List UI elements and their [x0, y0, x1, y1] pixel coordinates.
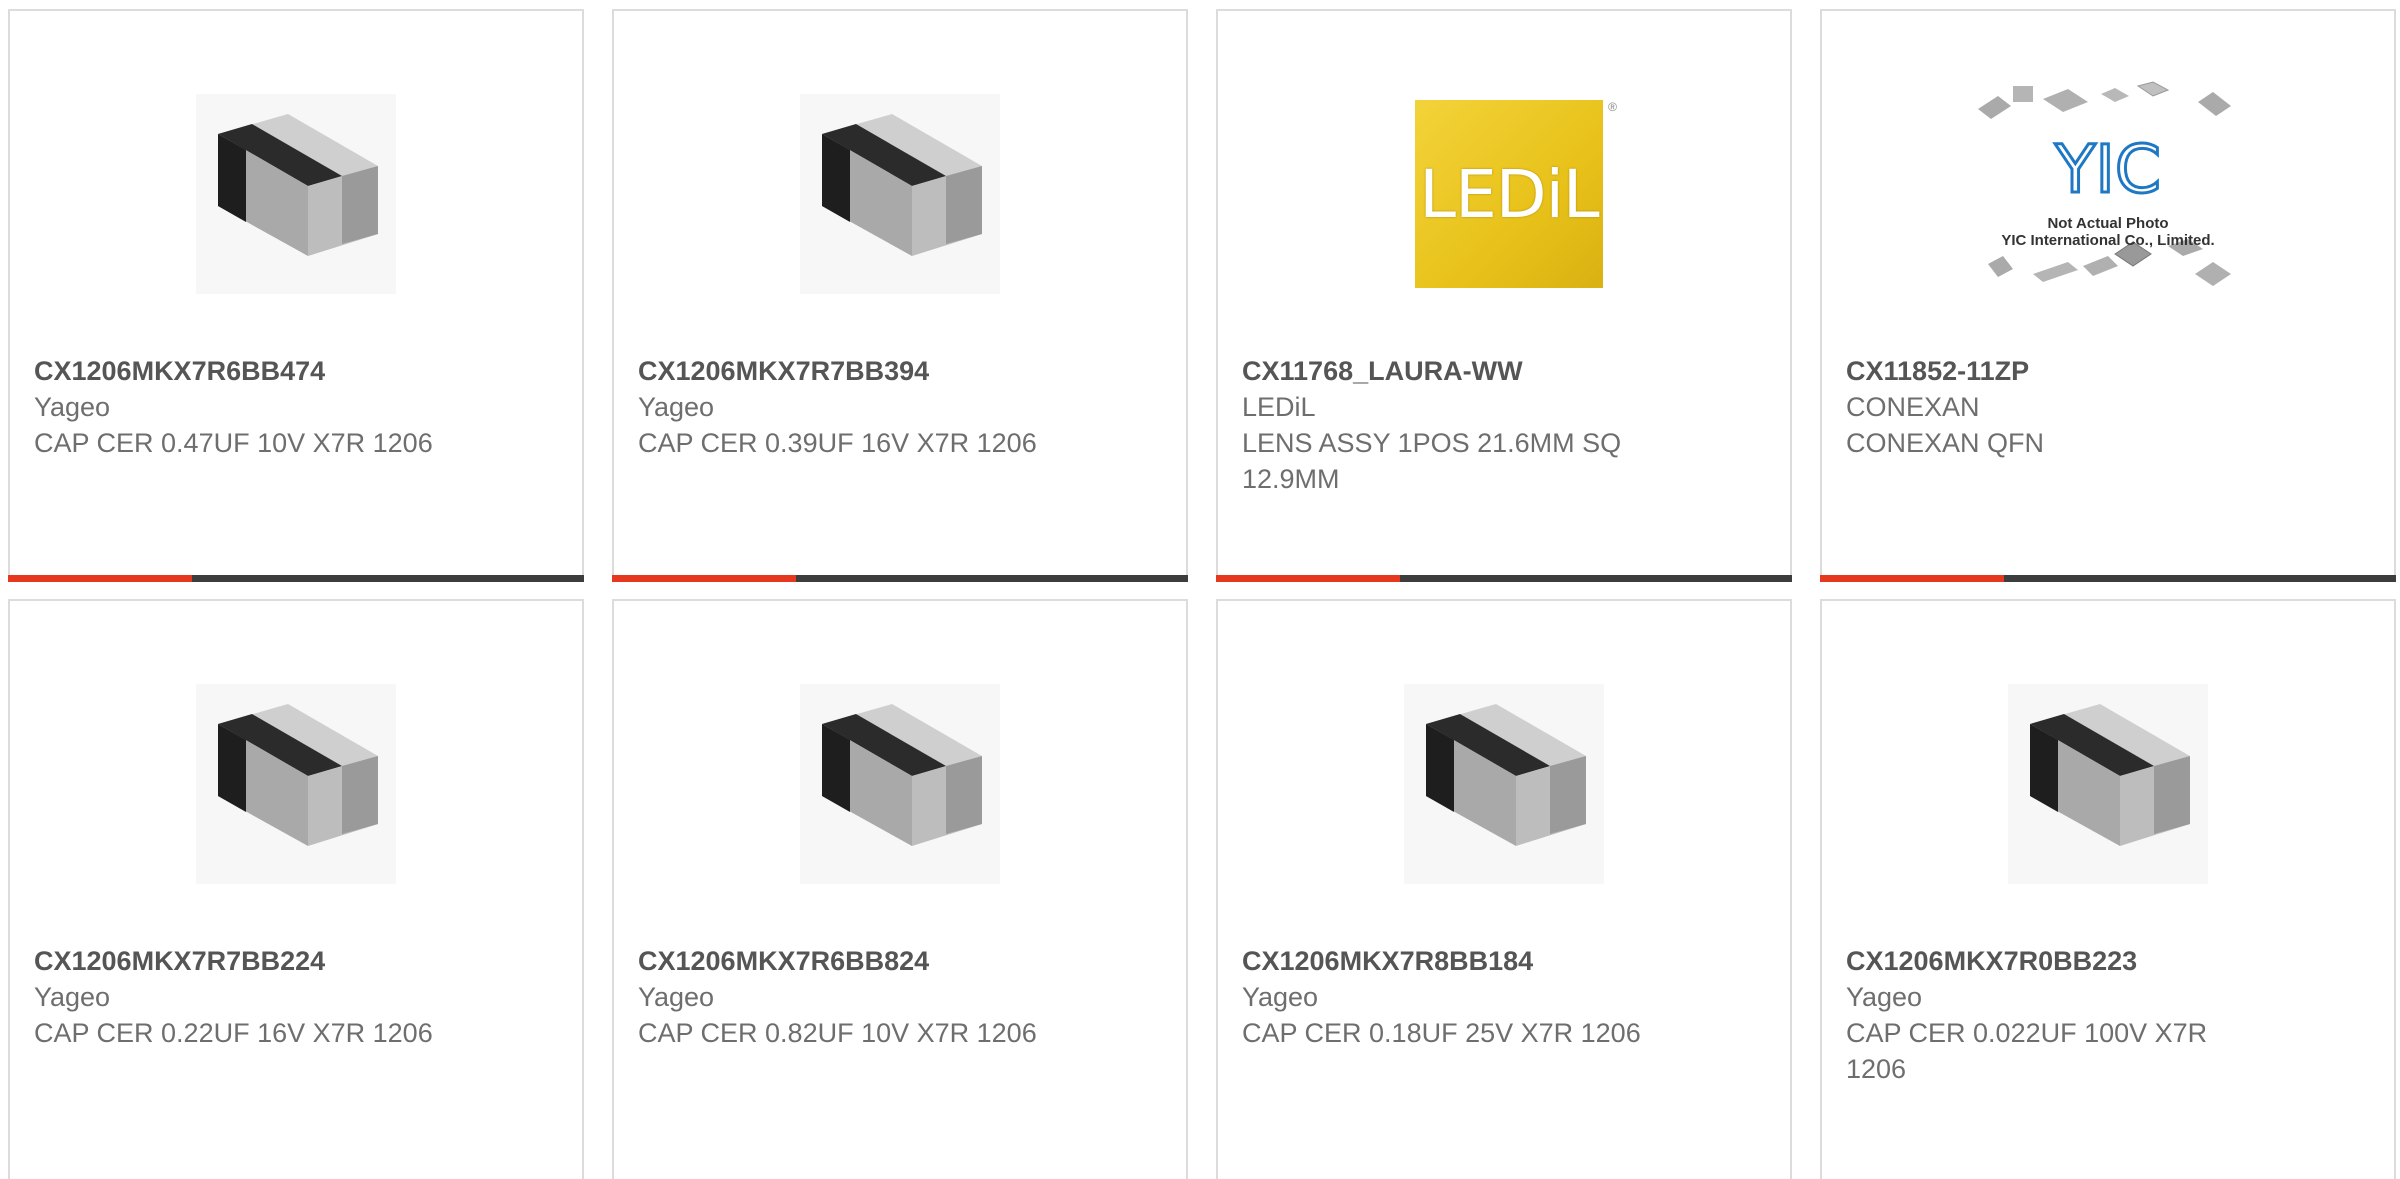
description: CAP CER 0.22UF 16V X7R 1206: [34, 1018, 433, 1048]
description: CAP CER 0.022UF 100V X7R 1206: [1846, 1018, 2208, 1084]
manufacturer: Yageo: [1242, 982, 1319, 1012]
capacitor-chip-icon: [196, 94, 396, 294]
part-number[interactable]: CX1206MKX7R6BB474: [34, 353, 558, 389]
manufacturer: Yageo: [34, 982, 111, 1012]
description: CAP CER 0.82UF 10V X7R 1206: [638, 1018, 1037, 1048]
ic-packages-icon: YIC: [1978, 81, 2231, 286]
description: CAP CER 0.18UF 25V X7R 1206: [1242, 1018, 1641, 1048]
product-card[interactable]: CX1206MKX7R7BB224 Yageo CAP CER 0.22UF 1…: [8, 599, 584, 1179]
part-number[interactable]: CX11768_LAURA-WW: [1242, 353, 1766, 389]
capacitor-chip-icon: [800, 94, 1000, 294]
card-accent-bar: [1820, 575, 2396, 582]
product-card[interactable]: YIC Not Actual Photo YIC International C…: [1820, 9, 2396, 582]
svg-text:YIC: YIC: [2054, 131, 2161, 208]
manufacturer: Yageo: [638, 982, 715, 1012]
product-image[interactable]: YIC Not Actual Photo YIC International C…: [1822, 81, 2394, 303]
part-number[interactable]: CX1206MKX7R7BB394: [638, 353, 1162, 389]
product-image[interactable]: LEDiL ®: [1218, 85, 1790, 303]
image-caption: Not Actual Photo YIC International Co., …: [2001, 215, 2215, 249]
product-image[interactable]: [1822, 675, 2394, 893]
ledil-logo: LEDiL ®: [1415, 100, 1617, 288]
product-image[interactable]: [614, 675, 1186, 893]
product-card[interactable]: CX1206MKX7R6BB474 Yageo CAP CER 0.47UF 1…: [8, 9, 584, 582]
part-number[interactable]: CX1206MKX7R6BB824: [638, 943, 1162, 979]
product-card[interactable]: LEDiL ® CX11768_LAURA-WW LEDiL LENS ASSY…: [1216, 9, 1792, 582]
part-number[interactable]: CX1206MKX7R0BB223: [1846, 943, 2370, 979]
product-grid: CX1206MKX7R6BB474 Yageo CAP CER 0.47UF 1…: [0, 0, 2400, 1179]
product-image[interactable]: [1218, 675, 1790, 893]
product-card[interactable]: CX1206MKX7R6BB824 Yageo CAP CER 0.82UF 1…: [612, 599, 1188, 1179]
part-number[interactable]: CX1206MKX7R8BB184: [1242, 943, 1766, 979]
description: CAP CER 0.47UF 10V X7R 1206: [34, 428, 433, 458]
product-card[interactable]: CX1206MKX7R7BB394 Yageo CAP CER 0.39UF 1…: [612, 9, 1188, 582]
description: LENS ASSY 1POS 21.6MM SQ 12.9MM: [1242, 428, 1622, 494]
product-card[interactable]: CX1206MKX7R8BB184 Yageo CAP CER 0.18UF 2…: [1216, 599, 1792, 1179]
product-image[interactable]: [10, 675, 582, 893]
capacitor-chip-icon: [800, 684, 1000, 884]
manufacturer: Yageo: [638, 392, 715, 422]
product-card[interactable]: CX1206MKX7R0BB223 Yageo CAP CER 0.022UF …: [1820, 599, 2396, 1179]
yic-placeholder-image: YIC Not Actual Photo YIC International C…: [1973, 74, 2243, 314]
capacitor-chip-icon: [1404, 684, 1604, 884]
description: CAP CER 0.39UF 16V X7R 1206: [638, 428, 1037, 458]
product-image[interactable]: [614, 85, 1186, 303]
capacitor-chip-icon: [2008, 684, 2208, 884]
card-accent-bar: [1216, 575, 1792, 582]
card-accent-bar: [612, 575, 1188, 582]
part-number[interactable]: CX1206MKX7R7BB224: [34, 943, 558, 979]
description: CONEXAN QFN: [1846, 428, 2045, 458]
part-number[interactable]: CX11852-11ZP: [1846, 353, 2370, 389]
manufacturer: CONEXAN: [1846, 392, 1980, 422]
manufacturer: Yageo: [1846, 982, 1923, 1012]
manufacturer: LEDiL: [1242, 392, 1316, 422]
manufacturer: Yageo: [34, 392, 111, 422]
card-accent-bar: [8, 575, 584, 582]
capacitor-chip-icon: [196, 684, 396, 884]
product-image[interactable]: [10, 85, 582, 303]
